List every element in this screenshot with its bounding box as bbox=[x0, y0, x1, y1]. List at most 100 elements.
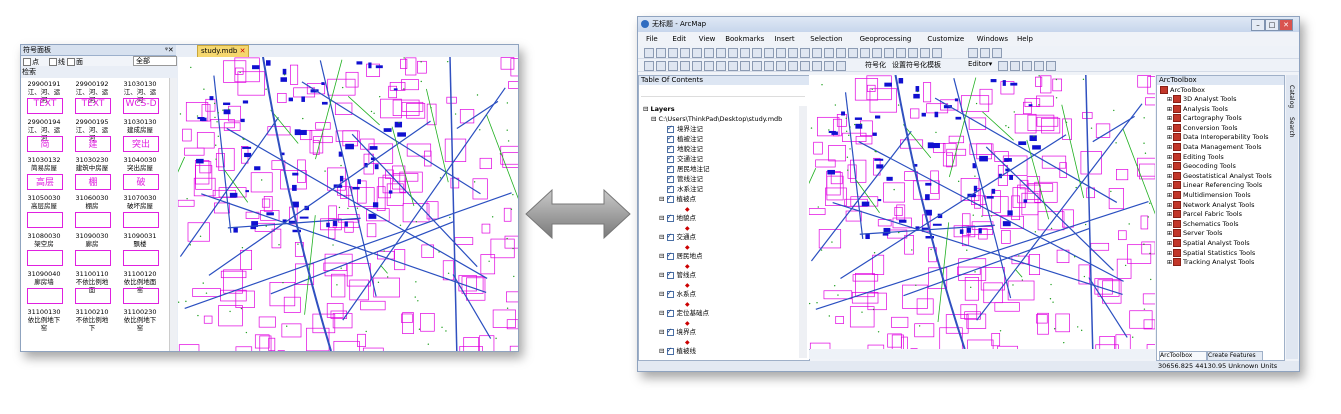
tab-create-features[interactable]: Create Features bbox=[1207, 351, 1263, 361]
toc-layer[interactable]: 植被注记 bbox=[667, 133, 832, 144]
menu-selection[interactable]: Selection bbox=[810, 33, 842, 45]
symbol-cell[interactable]: 31030130 建成房屋 bbox=[121, 118, 159, 134]
toolbox-item[interactable]: ⊞ Network Analyst Tools bbox=[1167, 200, 1254, 210]
toc-layer[interactable]: 交通注记 bbox=[667, 153, 832, 164]
toolbox-item[interactable]: ⊞ Analysis Tools bbox=[1167, 104, 1228, 114]
toc-layer[interactable]: 境界注记 bbox=[667, 123, 832, 134]
symbol-cell[interactable]: 31100230 依比例地下窑 bbox=[121, 308, 159, 332]
toolbar-tool-icon[interactable] bbox=[908, 48, 918, 58]
toolbar-tool-icon[interactable] bbox=[740, 48, 750, 58]
filter-area[interactable]: 面 bbox=[67, 57, 83, 67]
toolbar-tool-icon[interactable] bbox=[764, 48, 774, 58]
toc-database[interactable]: ⊟ C:\Users\ThinkPad\Desktop\study.mdb bbox=[651, 114, 816, 124]
toolbar-tool-icon[interactable] bbox=[896, 48, 906, 58]
toolbar-tool-icon[interactable] bbox=[884, 48, 894, 58]
menu-customize[interactable]: Customize bbox=[927, 33, 964, 45]
toolbox-item[interactable]: ⊞ Spatial Statistics Tools bbox=[1167, 248, 1255, 258]
toolbar-tool-icon[interactable] bbox=[800, 61, 810, 71]
toolbox-item[interactable]: ⊞ 3D Analyst Tools bbox=[1167, 95, 1236, 104]
toolbar-tool-icon[interactable] bbox=[728, 48, 738, 58]
menu-file[interactable]: File bbox=[646, 33, 658, 45]
toolbar-tool-icon[interactable] bbox=[668, 61, 678, 71]
filter-line[interactable]: 线 bbox=[49, 57, 65, 67]
map-view-right[interactable] bbox=[809, 75, 1155, 349]
menu-windows[interactable]: Windows bbox=[977, 33, 1008, 45]
toolbox-item[interactable]: ⊞ Parcel Fabric Tools bbox=[1167, 210, 1242, 219]
filter-select[interactable]: 全部 bbox=[133, 56, 177, 66]
toolbar-tool-icon[interactable] bbox=[800, 48, 810, 58]
toolbar-tool-icon[interactable] bbox=[812, 61, 822, 71]
toolbar-tool-icon[interactable] bbox=[920, 48, 930, 58]
toolbar-tool-icon[interactable] bbox=[980, 48, 990, 58]
toolbar-tool-icon[interactable] bbox=[788, 48, 798, 58]
toolbar-tool-icon[interactable] bbox=[848, 48, 858, 58]
toolbar-tool-icon[interactable] bbox=[668, 48, 678, 58]
toc-layer[interactable]: 居民地注记 bbox=[667, 163, 832, 174]
toolbar-tool-icon[interactable] bbox=[680, 61, 690, 71]
toolbar-tool-icon[interactable] bbox=[824, 48, 834, 58]
toc-layers-group[interactable]: ⊟ Layers bbox=[643, 104, 808, 114]
maximize-button[interactable]: □ bbox=[1265, 19, 1279, 31]
toolbar-tool-icon[interactable] bbox=[860, 48, 870, 58]
toolbox-item[interactable]: ⊞ Data Interoperability Tools bbox=[1167, 133, 1269, 142]
toolbar-tool-icon[interactable] bbox=[752, 48, 762, 58]
toc-layer[interactable]: 水系注记 bbox=[667, 183, 832, 194]
toolbox-item[interactable]: ⊞ Server Tools bbox=[1167, 229, 1222, 238]
toolbar-tool-icon[interactable] bbox=[680, 48, 690, 58]
toolbar-tool-icon[interactable] bbox=[644, 61, 654, 71]
toolbar-tool-icon[interactable] bbox=[704, 48, 714, 58]
toolbar-tool-icon[interactable] bbox=[836, 48, 846, 58]
menu-insert[interactable]: Insert bbox=[775, 33, 795, 45]
toolbox-item[interactable]: ⊞ Editing Tools bbox=[1167, 152, 1224, 162]
toolbox-item[interactable]: ⊞ Spatial Analyst Tools bbox=[1167, 239, 1250, 248]
toolbar-tool-icon[interactable] bbox=[752, 61, 762, 71]
tab-arctoolbox[interactable]: ArcToolbox bbox=[1159, 351, 1207, 361]
toolbar-tool-icon[interactable] bbox=[932, 48, 942, 58]
toolbar-tool-icon[interactable] bbox=[872, 48, 882, 58]
toolbar-tool-icon[interactable] bbox=[812, 48, 822, 58]
symbol-cell[interactable]: 31050030 高层房屋 bbox=[25, 194, 63, 210]
symbol-cell[interactable]: 31030230 建筑中房屋 bbox=[73, 156, 111, 172]
toolbar-tool-icon[interactable] bbox=[728, 61, 738, 71]
toolbox-item[interactable]: ⊞ Conversion Tools bbox=[1167, 123, 1238, 133]
toolbar-tool-icon[interactable] bbox=[1022, 61, 1032, 71]
symbol-cell[interactable]: 31100130 依比例地下窑 bbox=[25, 308, 63, 332]
toolbar-tool-icon[interactable] bbox=[1010, 61, 1020, 71]
toolbar-tool-icon[interactable] bbox=[1034, 61, 1044, 71]
symbol-cell[interactable]: 31080030 架空房 bbox=[25, 232, 63, 248]
symbol-cell[interactable]: 31040030 突出房屋 bbox=[121, 156, 159, 172]
symbol-scrollbar[interactable] bbox=[169, 78, 177, 351]
toolbar-tool-icon[interactable] bbox=[716, 61, 726, 71]
toolbox-item[interactable]: ⊞ Geocoding Tools bbox=[1167, 162, 1236, 171]
symbol-template-button[interactable]: 设置符号化模板 bbox=[892, 60, 941, 70]
toolbar-tool-icon[interactable] bbox=[1046, 61, 1056, 71]
toolbox-item[interactable]: ⊞ Cartography Tools bbox=[1167, 114, 1242, 123]
minimize-button[interactable]: – bbox=[1251, 19, 1265, 31]
toolbar-tool-icon[interactable] bbox=[716, 48, 726, 58]
toolbar-tool-icon[interactable] bbox=[776, 61, 786, 71]
toolbox-root[interactable]: ArcToolbox bbox=[1160, 86, 1205, 95]
pin-icon[interactable]: ᵠ✕ bbox=[165, 45, 174, 55]
symbol-cell[interactable]: 31100210 不依比例地下 bbox=[73, 308, 111, 332]
symbol-cell[interactable]: 31030132 简易房屋 bbox=[25, 156, 63, 172]
toolbox-item[interactable]: ⊞ Geostatistical Analyst Tools bbox=[1167, 171, 1272, 181]
toolbox-item[interactable]: ⊞ Data Management Tools bbox=[1167, 143, 1262, 152]
toolbox-item[interactable]: ⊞ Multidimension Tools bbox=[1167, 191, 1251, 200]
close-button[interactable]: ✕ bbox=[1279, 19, 1293, 31]
toolbar-tool-icon[interactable] bbox=[692, 61, 702, 71]
symbol-cell[interactable]: 31060030 棚房 bbox=[73, 194, 111, 210]
menu-view[interactable]: View bbox=[699, 33, 716, 45]
toolbar-tool-icon[interactable] bbox=[704, 61, 714, 71]
symbol-cell[interactable]: 31070030 破坏房屋 bbox=[121, 194, 159, 210]
toolbox-item[interactable]: ⊞ Schematics Tools bbox=[1167, 219, 1239, 229]
toc-layer[interactable]: 管线注记 bbox=[667, 173, 832, 184]
map-view-left[interactable] bbox=[178, 57, 518, 351]
tab-search[interactable]: Search bbox=[1288, 117, 1295, 138]
toolbar-tool-icon[interactable] bbox=[992, 48, 1002, 58]
editor-menu[interactable]: Editor▾ bbox=[968, 60, 992, 68]
toolbar-tool-icon[interactable] bbox=[656, 48, 666, 58]
filter-point[interactable]: 点 bbox=[23, 57, 39, 67]
toolbox-item[interactable]: ⊞ Linear Referencing Tools bbox=[1167, 181, 1262, 190]
menu-help[interactable]: Help bbox=[1017, 33, 1033, 45]
menu-bookmarks[interactable]: Bookmarks bbox=[725, 33, 764, 45]
